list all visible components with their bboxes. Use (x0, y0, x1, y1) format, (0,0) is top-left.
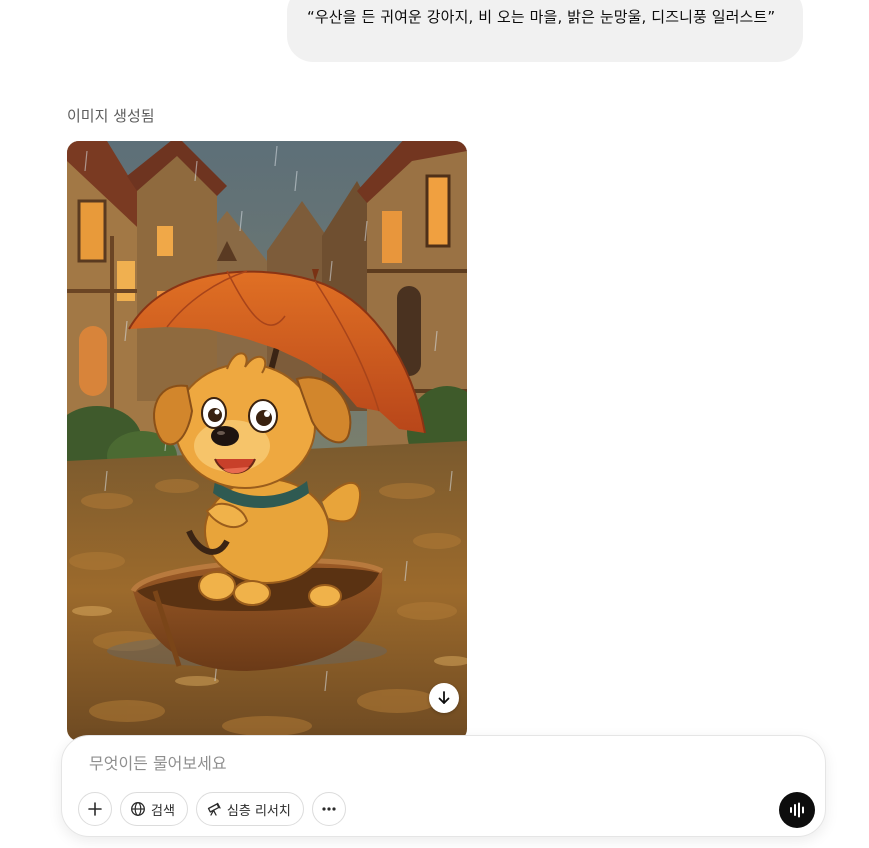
message-input[interactable] (89, 751, 729, 775)
deep-research-label: 심층 리서치 (226, 803, 291, 819)
puppy-illustration (67, 141, 467, 741)
add-button[interactable] (78, 792, 112, 826)
plus-icon (88, 802, 102, 816)
chat-page: “우산을 든 귀여운 강아지, 비 오는 마을, 밝은 눈망울, 디즈니풍 일러… (0, 0, 869, 848)
arrow-down-icon (438, 691, 450, 704)
user-message-text: “우산을 든 귀여운 강아지, 비 오는 마을, 밝은 눈망울, 디즈니풍 일러… (307, 8, 776, 26)
waveform-icon (790, 802, 804, 818)
user-message-bubble: “우산을 든 귀여운 강아지, 비 오는 마을, 밝은 눈망울, 디즈니풍 일러… (287, 0, 803, 62)
ellipsis-icon (322, 807, 336, 811)
search-button-label: 검색 (151, 803, 175, 819)
telescope-icon (207, 802, 221, 816)
generated-image[interactable] (67, 141, 467, 741)
composer-toolbar: 검색 심층 리서치 (78, 792, 346, 826)
image-generated-label: 이미지 생성됨 (67, 107, 155, 125)
message-composer: 검색 심층 리서치 (61, 735, 826, 837)
more-tools-button[interactable] (311, 792, 346, 826)
globe-icon (131, 802, 145, 816)
search-button[interactable]: 검색 (120, 792, 188, 826)
deep-research-button[interactable]: 심층 리서치 (195, 792, 304, 826)
voice-mode-button[interactable] (779, 792, 815, 828)
download-button[interactable] (429, 683, 459, 713)
